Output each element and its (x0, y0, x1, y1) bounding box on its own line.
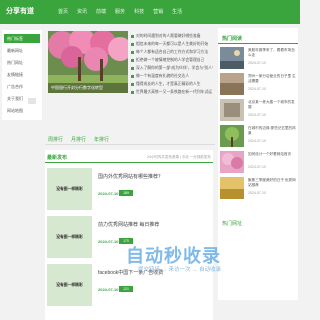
thumbnail-image (220, 125, 244, 147)
hot-item[interactable]: 郑州一家分店营业的日子里 生活需要 2024-07-10 (220, 72, 296, 96)
tab-week[interactable]: 周排行 (48, 136, 63, 143)
article-date: 2024-07-10 (98, 287, 119, 292)
news-text: 深入了解你的第一部“成为伙伴”，学会与“别人” (136, 66, 214, 70)
news-text: 懂得成长的人生，才是真正精彩的人生 (136, 82, 201, 86)
thumbnail-image (220, 73, 244, 95)
hot-item-date: 2024-07-10 (248, 113, 266, 117)
ranking-tabs: 周排行 月排行 年排行 (45, 135, 215, 145)
tab-year[interactable]: 年排行 (94, 136, 109, 143)
hot-item-date: 2024-07-10 (248, 139, 266, 143)
hot-item[interactable]: 聚焦三季度美好的日子 优秀网站推荐 2024-07-10 (220, 176, 296, 200)
sidebar-item[interactable]: 友情链接 (4, 70, 40, 79)
hot-item-text: 北京某一栋大楼一个城市的发展 (248, 100, 295, 109)
bullet-icon (131, 58, 134, 62)
news-text: 世界最大高铁一又一条铁路在新一代列车试运 (136, 90, 212, 94)
thumbnail-image (220, 177, 244, 199)
tab-month[interactable]: 月排行 (71, 136, 86, 143)
nav-item[interactable]: 首页 (58, 8, 68, 15)
news-text: 每个人都有适合自己的工作方式和学习方法 (136, 50, 209, 54)
hot-item-text: 美股年报季来了，看看市场怎么走 (248, 48, 295, 57)
nav-item[interactable]: 营销 (153, 8, 163, 15)
hot-item-date: 2024-07-10 (248, 61, 266, 65)
hot-sites-section: 热门网址 (218, 216, 298, 230)
panel-subtitle: 24小时内共发布资源 | 今天 一分钟前发布 (147, 155, 211, 159)
section-label: 热门网址 (222, 221, 243, 227)
hot-item-text: 郑州一家分店营业的日子里 生活需要 (248, 74, 296, 83)
sidebar-item[interactable]: 网站地图 (4, 106, 40, 115)
hot-item-text: 在城市的边缘 那些记忆里的风景 (248, 126, 296, 135)
news-text: 拒绝做一个被情绪控制的人学会管理自己 (136, 58, 205, 62)
nav-item[interactable]: 资讯 (77, 8, 87, 15)
hot-item[interactable]: 在城市的边缘 那些记忆里的风景 2024-07-10 (220, 124, 296, 148)
main-nav: 首页 资讯 前端 服务 科技 营销 生活 (58, 8, 182, 15)
hot-item[interactable]: 北京某一栋大楼一个城市的发展 2024-07-10 (220, 98, 296, 122)
top-bar: 分享有道 首页 资讯 前端 服务 科技 营销 生活 (0, 0, 300, 24)
bullet-icon (131, 90, 134, 94)
view-count-badge: 189 (119, 190, 133, 196)
bullet-icon (131, 82, 134, 86)
news-text: 做一个有温度有礼貌的社交达人 (136, 74, 190, 78)
article-title[interactable]: 国内外优秀网站有哪些推荐？ (98, 173, 163, 180)
hot-item-date: 2024-07-10 (248, 191, 266, 195)
bullet-icon (131, 50, 134, 54)
site-logo[interactable]: 分享有道 (6, 6, 34, 16)
article-date: 2024-07-10 (98, 239, 119, 244)
hero-slider[interactable]: 中国银行开封分行数字化转型 (48, 31, 128, 93)
sidebar-item[interactable]: 热门标签 (4, 34, 40, 43)
view-count-badge: 121 (119, 286, 133, 292)
bullet-icon (131, 34, 134, 38)
hot-item-date: 2024-07-10 (248, 87, 266, 91)
thumbnail[interactable]: 没有图一样精彩 (47, 216, 92, 258)
nav-item[interactable]: 服务 (115, 8, 125, 15)
bullet-icon (131, 66, 134, 70)
sidebar-item[interactable]: 广告合作 (4, 82, 40, 91)
left-sidebar: 热门标签 最新网址 热门网址 友情链接 广告合作 关于我们 网站地图 (2, 30, 42, 120)
latest-panel: 最新发布 24小时内共发布资源 | 今天 一分钟前发布 没有图一样精彩 国内外优… (45, 150, 213, 320)
hot-item-text: 如何设计一个好看网站首页 (248, 152, 292, 156)
sidebar-item[interactable]: 热门网址 (4, 58, 40, 67)
hot-item-date: 2024-07-10 (248, 165, 266, 169)
bullet-icon (131, 74, 134, 78)
divider (218, 43, 298, 44)
nav-item[interactable]: 前端 (96, 8, 106, 15)
article-title[interactable]: 前力优秀网站推荐 每日推荐 (98, 221, 159, 228)
thumbnail-image (220, 47, 244, 69)
nav-item[interactable]: 科技 (134, 8, 144, 15)
article-date: 2024-07-10 (98, 191, 119, 196)
hot-item[interactable]: 如何设计一个好看网站首页 2024-07-10 (220, 150, 296, 174)
hot-title: 热门阅读 (222, 36, 243, 42)
watermark-subtitle: 提交链接 → 来访一次 → 自动收录 (138, 267, 222, 273)
watermark: 自动秒收录 提交链接 → 来访一次 → 自动收录 (126, 242, 296, 276)
news-text: 相信未来的每一天都可以是人生美好的开始 (136, 42, 209, 46)
thumbnail-image (220, 151, 244, 173)
divider (45, 162, 213, 163)
hot-item-text: 聚焦三季度美好的日子 优秀网站推荐 (248, 178, 296, 187)
news-text: 对的时间遇到对的人需要做好哪些准备 (136, 34, 201, 38)
article-card[interactable]: 没有图一样精彩 国内外优秀网站有哪些推荐？ 2024-07-10 189 (47, 168, 211, 210)
thumbnail[interactable]: 没有图一样精彩 (47, 168, 92, 210)
thumbnail-image (220, 99, 244, 121)
hero-caption: 中国银行开封分行数字化转型 (48, 83, 128, 93)
sidebar-toggle[interactable] (28, 98, 36, 104)
sidebar-item[interactable]: 最新网址 (4, 46, 40, 55)
panel-title: 最新发布 (47, 155, 68, 161)
nav-item[interactable]: 生活 (172, 8, 182, 15)
bullet-icon (131, 42, 134, 46)
hot-item[interactable]: 美股年报季来了，看看市场怎么走 2024-07-10 (220, 46, 296, 70)
